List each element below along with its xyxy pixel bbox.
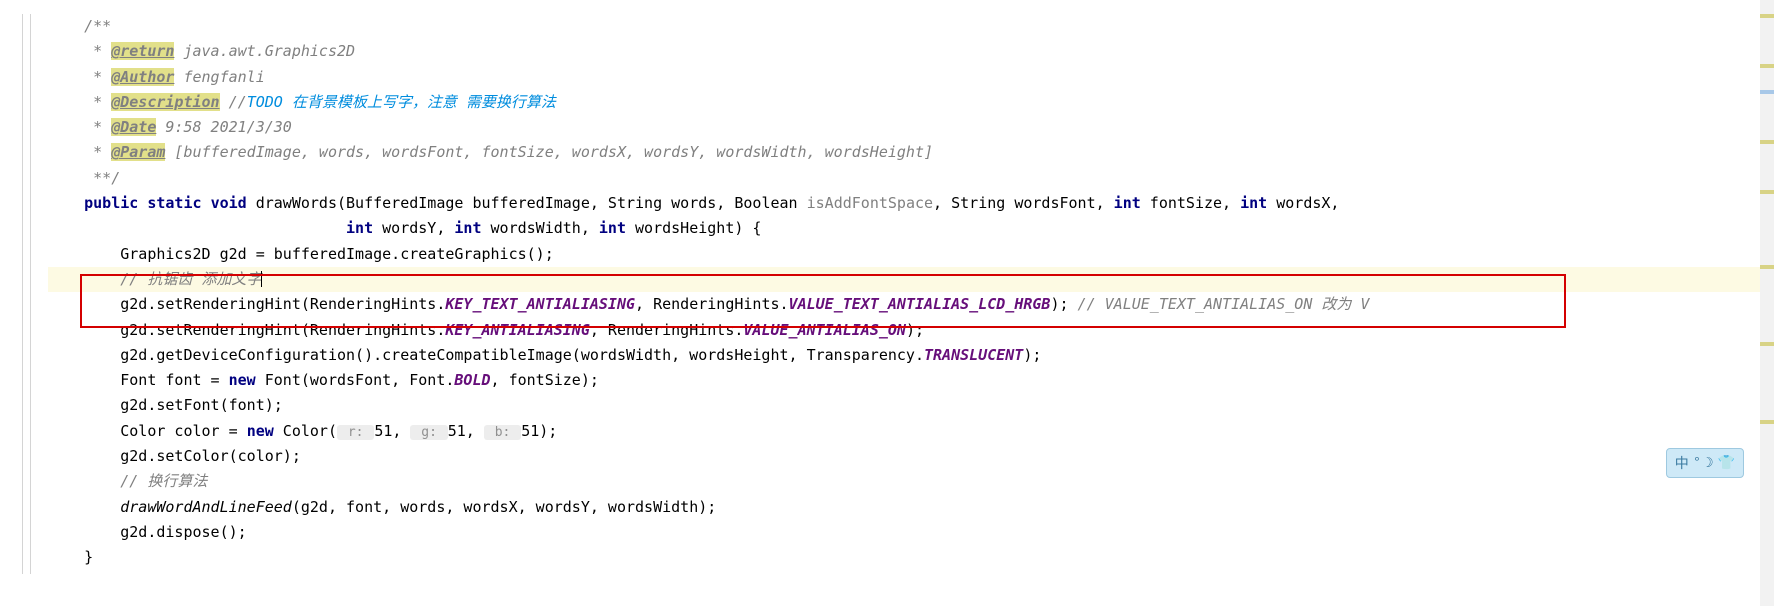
minimap-mark[interactable] bbox=[1760, 342, 1774, 346]
ime-moon-icon[interactable]: ☽ bbox=[1705, 455, 1713, 472]
code-line[interactable]: **/ bbox=[48, 166, 1760, 191]
param-hint-b: b: bbox=[484, 425, 521, 440]
static-field: BOLD bbox=[454, 371, 490, 389]
javadoc-close: **/ bbox=[48, 169, 120, 187]
minimap-mark[interactable] bbox=[1760, 420, 1774, 424]
code-line[interactable]: int wordsY, int wordsWidth, int wordsHei… bbox=[48, 216, 1760, 241]
code-line[interactable]: * @return java.awt.Graphics2D bbox=[48, 39, 1760, 64]
javadoc-author-tag: @Author bbox=[111, 68, 174, 86]
code-line[interactable]: g2d.setFont(font); bbox=[48, 393, 1760, 418]
minimap-mark[interactable] bbox=[1760, 90, 1774, 94]
minimap-mark[interactable] bbox=[1760, 14, 1774, 18]
code-line-current[interactable]: // 抗锯齿 添加文字 bbox=[48, 267, 1760, 292]
code-editor[interactable]: /** * @return java.awt.Graphics2D * @Aut… bbox=[0, 0, 1774, 606]
keyword-void: void bbox=[211, 194, 247, 212]
code-line[interactable]: * @Description //TODO 在背景模板上写字，注意 需要换行算法 bbox=[48, 90, 1760, 115]
keyword-public: public bbox=[84, 194, 138, 212]
ime-panel[interactable]: 中 ° ☽ 👕 bbox=[1666, 448, 1744, 478]
code-line[interactable]: * @Author fengfanli bbox=[48, 65, 1760, 90]
javadoc-open: /** bbox=[48, 17, 111, 35]
editor-gutter bbox=[0, 0, 48, 606]
code-line[interactable]: // 换行算法 bbox=[48, 469, 1760, 494]
comment-antialiasing: // 抗锯齿 添加文字 bbox=[120, 270, 261, 288]
minimap-mark[interactable] bbox=[1760, 140, 1774, 144]
code-line[interactable]: * @Param [bufferedImage, words, wordsFon… bbox=[48, 140, 1760, 165]
method-call: drawWordAndLineFeed bbox=[120, 498, 292, 516]
static-field: TRANSLUCENT bbox=[924, 346, 1023, 364]
param-hint-g: g: bbox=[410, 425, 447, 440]
code-line[interactable]: Graphics2D g2d = bufferedImage.createGra… bbox=[48, 242, 1760, 267]
javadoc-date-tag: @Date bbox=[111, 118, 156, 136]
code-line[interactable]: g2d.setRenderingHint(RenderingHints.KEY_… bbox=[48, 318, 1760, 343]
ime-mode-icon[interactable]: ° bbox=[1693, 455, 1701, 471]
minimap-strip[interactable] bbox=[1760, 0, 1774, 606]
rendering-hint-key: KEY_ANTIALIASING bbox=[445, 321, 590, 339]
ime-lang-icon[interactable]: 中 bbox=[1675, 453, 1689, 473]
rendering-hint-value: VALUE_TEXT_ANTIALIAS_LCD_HRGB bbox=[789, 295, 1051, 313]
keyword-static: static bbox=[147, 194, 201, 212]
rendering-hint-value: VALUE_ANTIALIAS_ON bbox=[743, 321, 906, 339]
todo-comment: TODO 在背景模板上写字，注意 需要换行算法 bbox=[247, 93, 556, 111]
text-caret bbox=[261, 271, 262, 287]
comment-linewrap: // 换行算法 bbox=[120, 472, 207, 490]
code-line[interactable]: g2d.dispose(); bbox=[48, 520, 1760, 545]
code-line[interactable]: Font font = new Font(wordsFont, Font.BOL… bbox=[48, 368, 1760, 393]
javadoc-return-tag: @return bbox=[111, 42, 174, 60]
code-line[interactable]: g2d.getDeviceConfiguration().createCompa… bbox=[48, 343, 1760, 368]
minimap-mark[interactable] bbox=[1760, 265, 1774, 269]
ime-skin-icon[interactable]: 👕 bbox=[1718, 455, 1735, 472]
unused-param: isAddFontSpace bbox=[807, 194, 933, 212]
code-line[interactable]: g2d.setColor(color); bbox=[48, 444, 1760, 469]
code-line[interactable]: } bbox=[48, 545, 1760, 570]
rendering-hint-key: KEY_TEXT_ANTIALIASING bbox=[445, 295, 635, 313]
code-line[interactable]: g2d.setRenderingHint(RenderingHints.KEY_… bbox=[48, 292, 1760, 317]
javadoc-param-tag: @Param bbox=[111, 143, 165, 161]
code-line[interactable]: drawWordAndLineFeed(g2d, font, words, wo… bbox=[48, 495, 1760, 520]
code-line[interactable]: Color color = new Color( r: 51, g: 51, b… bbox=[48, 419, 1760, 444]
minimap-mark[interactable] bbox=[1760, 190, 1774, 194]
minimap-mark[interactable] bbox=[1760, 64, 1774, 68]
javadoc-description-tag: @Description bbox=[111, 93, 219, 111]
code-area[interactable]: /** * @return java.awt.Graphics2D * @Aut… bbox=[48, 0, 1760, 606]
code-line[interactable]: public static void drawWords(BufferedIma… bbox=[48, 191, 1760, 216]
code-line[interactable]: * @Date 9:58 2021/3/30 bbox=[48, 115, 1760, 140]
param-hint-r: r: bbox=[337, 425, 374, 440]
code-line[interactable]: /** bbox=[48, 14, 1760, 39]
